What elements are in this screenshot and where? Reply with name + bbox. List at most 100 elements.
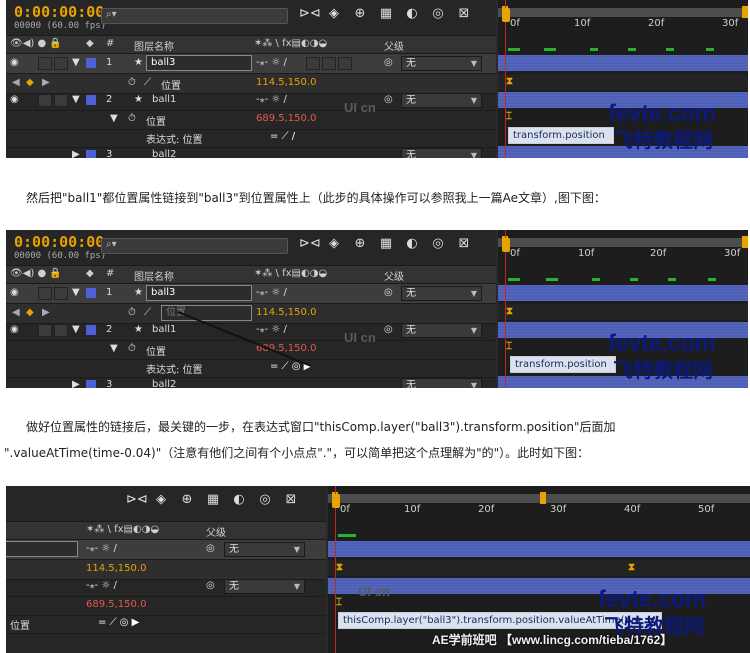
label-color[interactable] xyxy=(86,58,96,68)
prev-keyframe-icon[interactable]: ◀ xyxy=(12,77,20,88)
tick-label: 10f xyxy=(574,18,591,29)
expression-field[interactable]: transform.position xyxy=(510,356,616,373)
layer-name[interactable]: ball1 xyxy=(152,94,176,105)
parent-header: 父级 xyxy=(206,528,226,539)
work-area-bar[interactable] xyxy=(498,8,748,17)
position-value[interactable]: 114.5,150.0 xyxy=(86,563,146,574)
graph-editor-icon[interactable]: ◎ xyxy=(256,492,274,508)
switch-box[interactable] xyxy=(306,57,320,70)
next-keyframe-icon[interactable]: ▶ xyxy=(42,77,50,88)
layer-row[interactable]: -⁎- ☼ / ◎ 无 ▼ xyxy=(6,540,326,560)
comp-flowchart-icon[interactable]: ⊳⊲ xyxy=(126,492,148,508)
expression-toggle-icon[interactable]: = ⟋ / xyxy=(270,131,295,142)
timeline-track-panel[interactable]: 0f 10f 20f 30f 40f 50f ⧗ ⧗ ⌶ thisComp.la… xyxy=(328,486,750,653)
parent-dropdown[interactable]: 无 ▼ xyxy=(401,56,482,71)
switch-box[interactable] xyxy=(322,57,336,70)
eye-icon[interactable]: ◉ xyxy=(10,94,19,105)
layer-name[interactable]: ball2 xyxy=(152,149,176,158)
work-area-end-handle[interactable] xyxy=(540,492,546,504)
parent-dropdown[interactable]: 无 ▼ xyxy=(224,542,305,557)
search-input[interactable]: ⌕▾ xyxy=(101,8,288,24)
position-value[interactable]: 689.5,150.0 xyxy=(86,599,146,610)
expand-arrow-icon[interactable]: ▼ xyxy=(72,94,80,105)
motion-blur-icon[interactable]: ◐ xyxy=(230,492,248,508)
pickwhip-icon[interactable]: ◎ xyxy=(206,580,215,591)
comp-flowchart-icon[interactable]: ⊳⊲ xyxy=(299,6,321,22)
lock-box[interactable] xyxy=(54,57,68,70)
motion-blur-icon[interactable]: ◐ xyxy=(403,6,421,22)
switch-shy-icon[interactable]: -⁎- ☼ / xyxy=(86,543,117,554)
expand-arrow-icon[interactable]: ▶ xyxy=(72,149,80,158)
current-time-head[interactable] xyxy=(332,494,340,508)
switch-shy-icon[interactable]: -⁎- ☼ / xyxy=(256,94,287,105)
label-color[interactable] xyxy=(86,150,96,158)
current-time-indicator[interactable] xyxy=(335,486,336,653)
switch-shy-icon[interactable]: -⁎- ☼ / xyxy=(86,580,117,591)
layer-name[interactable]: ball3 xyxy=(146,55,252,71)
position-value[interactable]: 114.5,150.0 xyxy=(256,77,316,88)
property-row[interactable]: ▼ ⏱ 位置 689.5,150.0 xyxy=(6,110,496,130)
draft-icon[interactable]: ⊕ xyxy=(351,6,369,22)
current-time-indicator[interactable] xyxy=(505,0,506,158)
layer-bar[interactable] xyxy=(498,55,748,71)
layer-row[interactable]: ◉ ▼ 1 ★ ball3 -⁎- ☼ / ◎ 无 ▼ xyxy=(6,54,496,74)
frame-blend-icon[interactable]: ▦ xyxy=(204,492,222,508)
current-time-head[interactable] xyxy=(502,238,510,252)
expand-arrow-icon[interactable]: ▼ xyxy=(72,57,80,68)
keyframe-icon[interactable]: ⌶ xyxy=(336,597,342,608)
parent-dropdown[interactable]: 无 ▼ xyxy=(401,148,482,158)
column-header: ✶⁂ \ fx▤◐◑◒ 父级 xyxy=(6,521,326,540)
pickwhip-icon[interactable]: ◎ xyxy=(384,57,393,68)
timeline-track-panel[interactable]: 0f 10f 20f 30f ⧗ ⌶ transform.position fe… xyxy=(498,0,748,158)
switch-box[interactable] xyxy=(338,57,352,70)
stopwatch-icon[interactable]: ⏱ xyxy=(128,113,136,124)
label-color[interactable] xyxy=(86,95,96,105)
keyframe-icon[interactable]: ⌶ xyxy=(506,111,512,122)
keyframe-diamond-icon[interactable]: ◆ xyxy=(26,77,34,88)
work-area-bar[interactable] xyxy=(498,238,748,247)
expression-field[interactable]: transform.position xyxy=(508,127,614,144)
chart-icon[interactable]: ⊠ xyxy=(455,6,473,22)
position-value[interactable]: 689.5,150.0 xyxy=(256,113,316,124)
cube-icon[interactable]: ◈ xyxy=(325,6,343,22)
switch-icons: ✶⁂ \ fx▤◐◑◒ xyxy=(86,524,160,535)
parent-dropdown[interactable]: 无 ▼ xyxy=(401,93,482,108)
frame-blend-icon[interactable]: ▦ xyxy=(377,6,395,22)
layer-bar[interactable] xyxy=(328,541,750,557)
layer-name-box[interactable] xyxy=(6,541,78,557)
parent-dropdown[interactable]: 无 ▼ xyxy=(224,579,305,594)
graph-editor-icon[interactable]: ◎ xyxy=(429,6,447,22)
chart-icon[interactable]: ⊠ xyxy=(282,492,300,508)
ae-timeline-screenshot-2: 0:00:00:00 00000 (60.00 fps) ⌕▾ ⊳⊲ ◈ ⊕ ▦… xyxy=(6,230,748,388)
keyframe-icon[interactable]: ⧗ xyxy=(506,76,513,87)
cube-icon[interactable]: ◈ xyxy=(152,492,170,508)
expression-toggle-icon[interactable]: = ⟋ ◎ ▶ xyxy=(98,617,139,628)
switch-shy-icon[interactable]: -⁎- ☼ / xyxy=(256,57,287,68)
timeline-track-panel[interactable]: 0f 10f 20f 30f ⧗ ⌶ transform.position fe… xyxy=(498,230,748,388)
expand-arrow-icon[interactable]: ▼ xyxy=(110,113,118,124)
draft-icon[interactable]: ⊕ xyxy=(178,492,196,508)
work-area-end-handle[interactable] xyxy=(742,236,748,248)
solo-box[interactable] xyxy=(38,94,52,107)
property-row[interactable]: 689.5,150.0 xyxy=(6,596,326,616)
layer-row[interactable]: ▶ 3 ball2 无 ▼ xyxy=(6,146,496,158)
lock-box[interactable] xyxy=(54,94,68,107)
keyframe-icon[interactable]: ⌶ xyxy=(506,341,512,352)
keyframe-icon[interactable]: ⧗ xyxy=(336,562,343,573)
work-area-end-handle[interactable] xyxy=(742,6,748,18)
keyframe-icon[interactable]: ⧗ xyxy=(506,306,513,317)
current-time-head[interactable] xyxy=(502,8,510,22)
stopwatch-icon[interactable]: ⏱ xyxy=(128,77,136,88)
layer-row[interactable]: -⁎- ☼ / ◎ 无 ▼ xyxy=(6,577,326,597)
work-area-bar[interactable] xyxy=(328,494,750,503)
layer-row[interactable]: ◉ ▼ 2 ★ ball1 -⁎- ☼ / ◎ 无 ▼ xyxy=(6,91,496,111)
keyframe-icon[interactable]: ⧗ xyxy=(628,562,635,573)
current-time-indicator[interactable] xyxy=(505,230,506,388)
current-time-display[interactable]: 0:00:00:00 xyxy=(14,3,104,21)
pickwhip-icon[interactable]: ◎ xyxy=(384,94,393,105)
pickwhip-icon[interactable]: ◎ xyxy=(206,543,215,554)
layer-bar[interactable] xyxy=(498,285,748,301)
graph-icon[interactable]: ⟋ xyxy=(144,77,151,88)
solo-box[interactable] xyxy=(38,57,52,70)
eye-icon[interactable]: ◉ xyxy=(10,57,19,68)
